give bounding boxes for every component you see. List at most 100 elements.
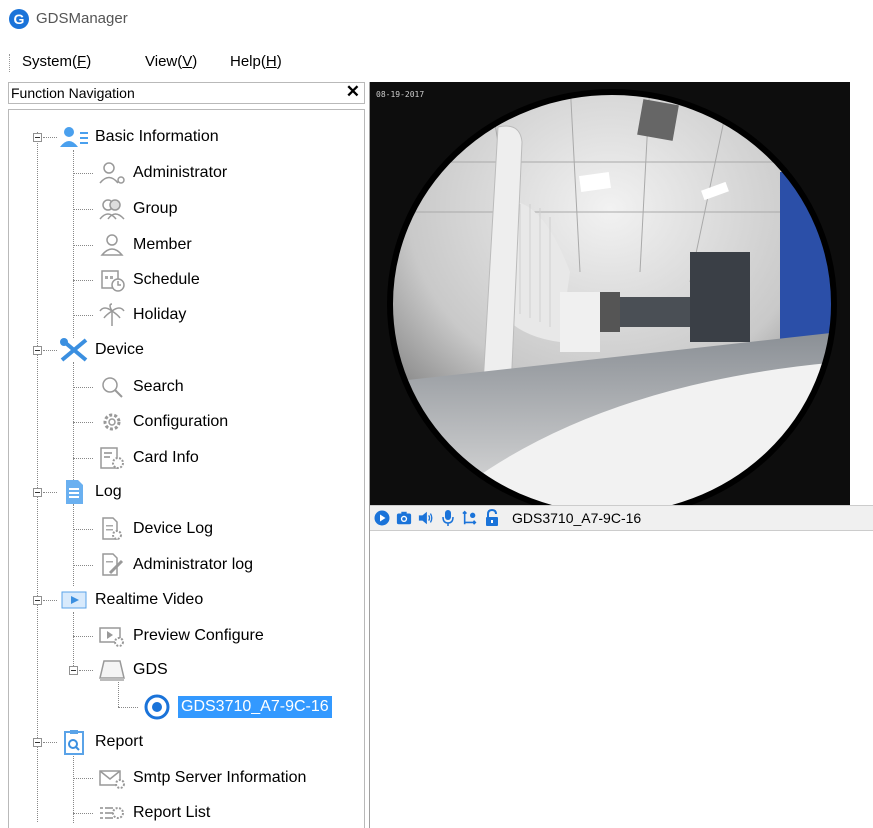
menu-system-key: F <box>77 53 87 70</box>
tree-node-label: Report List <box>133 804 211 821</box>
tree-line <box>73 529 93 530</box>
tree-node-preview-configure[interactable]: Preview Configure <box>97 622 264 650</box>
tree-node-basic-information[interactable]: Basic Information <box>59 123 219 151</box>
tree-node-device[interactable]: Device <box>59 336 144 364</box>
document-pen-icon <box>97 551 127 579</box>
close-icon[interactable]: ✕ <box>346 82 360 102</box>
speaker-icon[interactable] <box>418 510 434 526</box>
play-icon[interactable] <box>374 510 390 526</box>
tree-node-card-info[interactable]: Card Info <box>97 444 199 472</box>
app-logo-icon: G <box>9 9 29 29</box>
tree-line <box>43 137 57 138</box>
microphone-icon[interactable] <box>440 510 456 526</box>
tree-line <box>73 245 93 246</box>
camera-live-view[interactable]: 08-19-2017 <box>370 82 850 505</box>
unlock-icon[interactable] <box>484 509 500 526</box>
menu-view-key: V <box>182 53 193 70</box>
menu-system-label: System( <box>22 53 78 70</box>
tree-node-label: Report <box>95 733 144 750</box>
tree-node-report[interactable]: Report <box>59 728 143 756</box>
tree-node-search[interactable]: Search <box>97 373 184 401</box>
expand-toggle-device[interactable] <box>33 346 42 355</box>
device-icon <box>97 656 127 684</box>
tree-line <box>43 742 57 743</box>
palm-tree-icon <box>97 301 127 329</box>
camera-icon <box>142 693 172 721</box>
tree-node-label: Card Info <box>133 449 199 466</box>
tree-node-label: Realtime Video <box>95 591 204 608</box>
tree-line <box>73 280 93 281</box>
search-icon <box>97 373 127 401</box>
expand-toggle-video[interactable] <box>33 596 42 605</box>
mail-gear-icon <box>97 764 127 792</box>
tree-line <box>37 132 38 822</box>
tree-line <box>73 458 93 459</box>
tree-line <box>118 682 119 707</box>
tree-node-label: Preview Configure <box>133 627 264 644</box>
user-gear-icon <box>97 159 127 187</box>
tree-line <box>73 778 93 779</box>
tree-node-label: Log <box>95 483 122 500</box>
tree-node-report-list[interactable]: Report List <box>97 799 210 827</box>
tree-line <box>73 315 93 316</box>
tree-node-label: Device Log <box>133 520 214 537</box>
video-device-name: GDS3710_A7-9C-16 <box>512 510 642 526</box>
video-pane: 08-19-2017 GDS3710_A7-9C-16 <box>369 82 873 828</box>
menu-view-end: ) <box>192 53 198 70</box>
menu-help[interactable]: Help(H) <box>230 53 282 70</box>
menu-help-end: ) <box>276 53 282 70</box>
play-gear-icon <box>97 622 127 650</box>
tree-line <box>43 600 57 601</box>
expand-toggle-gds[interactable] <box>69 666 78 675</box>
gear-icon <box>97 408 127 436</box>
nav-header: Function Navigation ✕ <box>8 82 365 104</box>
menu-view[interactable]: View(V) <box>145 53 197 70</box>
tree-node-group[interactable]: Group <box>97 195 177 223</box>
user-list-icon <box>59 123 89 151</box>
tree-node-gds3710[interactable]: GDS3710_A7-9C-16 <box>142 693 332 721</box>
nav-header-label: Function Navigation <box>11 85 135 101</box>
tree-line <box>73 636 93 637</box>
tree-node-label: Administrator log <box>133 556 254 573</box>
tree-line <box>73 362 74 480</box>
tree-node-label: GDS <box>133 661 168 678</box>
tree-line <box>73 504 74 586</box>
tree-line <box>43 350 57 351</box>
tree-node-label: Basic Information <box>95 128 219 145</box>
menu-bar: System(F) View(V) Help(H) <box>0 48 873 78</box>
tree-node-member[interactable]: Member <box>97 231 192 259</box>
tree-node-administrator-log[interactable]: Administrator log <box>97 551 253 579</box>
expand-toggle-report[interactable] <box>33 738 42 747</box>
tree-node-schedule[interactable]: Schedule <box>97 266 200 294</box>
tree-line <box>79 670 93 671</box>
tree-node-label: GDS3710_A7-9C-16 <box>178 696 332 718</box>
tree-node-label: Smtp Server Information <box>133 769 307 786</box>
tree-node-label: Member <box>133 236 192 253</box>
snapshot-icon[interactable] <box>396 510 412 526</box>
group-icon <box>97 195 127 223</box>
fisheye-video-image <box>370 82 850 505</box>
menu-help-label: Help( <box>230 53 266 70</box>
tree-line <box>73 422 93 423</box>
tree-node-administrator[interactable]: Administrator <box>97 159 227 187</box>
tree-node-label: Group <box>133 200 178 217</box>
expand-toggle-log[interactable] <box>33 488 42 497</box>
expand-toggle-basic[interactable] <box>33 133 42 142</box>
tree-node-configuration[interactable]: Configuration <box>97 408 228 436</box>
tree-line <box>73 209 93 210</box>
tree-node-log[interactable]: Log <box>59 478 122 506</box>
card-gear-icon <box>97 444 127 472</box>
tree-line <box>43 492 57 493</box>
tree-node-gds[interactable]: GDS <box>97 656 168 684</box>
tree-node-holiday[interactable]: Holiday <box>97 301 186 329</box>
tree-line <box>73 173 93 174</box>
tree-node-label: Schedule <box>133 271 200 288</box>
document-gear-icon <box>97 515 127 543</box>
navigation-tree: Basic Information Administrator Group Me… <box>8 109 365 828</box>
tree-node-label: Administrator <box>133 164 228 181</box>
tree-node-realtime-video[interactable]: Realtime Video <box>59 586 203 614</box>
ptz-icon[interactable] <box>462 510 478 526</box>
tree-node-smtp-server-information[interactable]: Smtp Server Information <box>97 764 306 792</box>
tree-node-device-log[interactable]: Device Log <box>97 515 213 543</box>
menu-system[interactable]: System(F) <box>22 53 91 70</box>
